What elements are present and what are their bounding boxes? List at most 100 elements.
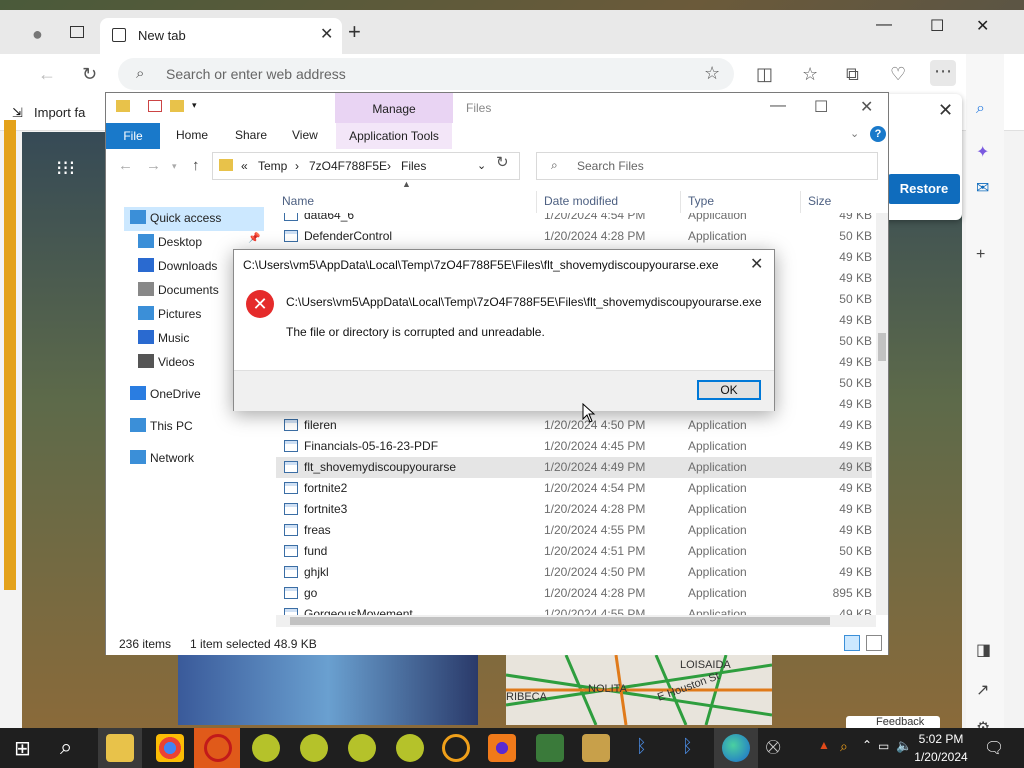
- favorite-star-icon[interactable]: ☆: [704, 63, 720, 84]
- tab-actions-icon[interactable]: [70, 26, 84, 38]
- copilot-sidebar-icon[interactable]: ✦: [976, 142, 989, 162]
- opera-icon[interactable]: [204, 734, 232, 762]
- tab-application-tools[interactable]: Application Tools: [336, 123, 452, 149]
- start-windows-icon[interactable]: ⊞: [14, 736, 31, 761]
- notification-chevron-icon[interactable]: ⌃: [862, 738, 872, 752]
- new-tab-icon[interactable]: +: [348, 21, 361, 43]
- volume-icon[interactable]: 🔈: [896, 738, 912, 754]
- close-window-icon[interactable]: ✕: [976, 16, 989, 36]
- breadcrumb-temp[interactable]: Temp: [258, 159, 287, 173]
- extensions-icon[interactable]: ♡: [890, 64, 906, 85]
- collections-icon[interactable]: ⧉: [846, 64, 859, 85]
- outlook-icon[interactable]: ✉: [976, 178, 989, 198]
- file-row[interactable]: go 1/20/2024 4:28 PM Application 895 KB: [276, 583, 872, 604]
- chrome-icon[interactable]: [156, 734, 184, 762]
- network-icon[interactable]: ▭: [878, 739, 889, 753]
- path-dropdown-icon[interactable]: ⌄: [477, 159, 486, 172]
- tray-icon[interactable]: ▲: [818, 738, 830, 752]
- file-row[interactable]: data64_6 1/20/2024 4:54 PM Application 49 K…: [276, 213, 872, 226]
- tab-file[interactable]: File: [106, 123, 160, 149]
- file-row[interactable]: GorgeousMovement 1/20/2024 4:55 PM Applica…: [276, 604, 872, 615]
- forward-icon[interactable]: →: [146, 157, 161, 174]
- refresh-icon[interactable]: ↻: [496, 153, 509, 171]
- restore-button[interactable]: Restore: [888, 174, 960, 204]
- more-menu-icon[interactable]: ⋯: [930, 60, 956, 86]
- details-view-icon[interactable]: [844, 635, 860, 651]
- breadcrumb-files[interactable]: Files: [401, 159, 426, 173]
- import-favorites-link[interactable]: Import fa: [34, 105, 85, 120]
- sidebar-toggle-icon[interactable]: ◨: [976, 640, 991, 660]
- firefox-icon[interactable]: [488, 734, 516, 762]
- add-sidebar-icon[interactable]: +: [976, 246, 985, 264]
- network-disconnected-icon[interactable]: ⛒: [766, 738, 780, 755]
- nav-item-network[interactable]: Network: [106, 447, 266, 471]
- clock-date[interactable]: 1/20/2024: [912, 750, 970, 764]
- file-explorer-icon[interactable]: [106, 734, 134, 762]
- tray-search-icon[interactable]: ⌕: [840, 738, 848, 755]
- close-icon[interactable]: ✕: [938, 100, 953, 121]
- file-row[interactable]: ghjkl 1/20/2024 4:50 PM Application 49 KB: [276, 562, 872, 583]
- back-icon[interactable]: ←: [38, 64, 56, 85]
- refresh-icon[interactable]: ↻: [82, 64, 97, 85]
- split-screen-icon[interactable]: ◫: [756, 64, 773, 85]
- column-type[interactable]: Type: [688, 194, 714, 208]
- vertical-scrollbar[interactable]: [876, 213, 888, 615]
- app-icon[interactable]: [300, 734, 328, 762]
- file-row[interactable]: fortnite3 1/20/2024 4:28 PM Application 49 …: [276, 499, 872, 520]
- tool-icon[interactable]: [582, 734, 610, 762]
- external-link-icon[interactable]: ↗: [976, 680, 989, 700]
- file-row[interactable]: DefenderControl 1/20/2024 4:28 PM Applicat…: [276, 226, 872, 247]
- bluetooth-icon[interactable]: ᛒ: [636, 736, 647, 757]
- minimize-icon[interactable]: —: [876, 16, 892, 34]
- edge-icon[interactable]: [722, 734, 750, 762]
- traffic-map-tile[interactable]: LOISAIDA NOLITA RIBECA E Houston St: [506, 655, 772, 725]
- bluetooth-icon[interactable]: ᛒ: [682, 736, 693, 757]
- up-icon[interactable]: ↑: [192, 157, 200, 174]
- file-row[interactable]: fileren 1/20/2024 4:50 PM Application 49 KB: [276, 415, 872, 436]
- column-divider[interactable]: [680, 191, 681, 213]
- search-app-icon[interactable]: [442, 734, 470, 762]
- search-sidebar-icon[interactable]: ⌕: [976, 100, 985, 118]
- file-row[interactable]: Financials-05-16-23-PDF 1/20/2024 4:45 PM…: [276, 436, 872, 457]
- address-path[interactable]: « Temp › 7zO4F788F5E › Files ⌄: [212, 152, 520, 180]
- breadcrumb-archive[interactable]: 7zO4F788F5E: [309, 159, 387, 173]
- column-name[interactable]: Name: [282, 194, 314, 208]
- search-input[interactable]: ⌕ Search Files: [536, 152, 878, 180]
- app-icon[interactable]: [396, 734, 424, 762]
- back-icon[interactable]: ←: [118, 157, 133, 174]
- help-icon[interactable]: ?: [870, 126, 886, 142]
- properties-icon[interactable]: [148, 100, 162, 112]
- maximize-icon[interactable]: ☐: [814, 97, 828, 117]
- apps-grid-icon[interactable]: ⁝⁝⁝: [56, 156, 75, 181]
- large-icons-view-icon[interactable]: [866, 635, 882, 651]
- browser-tab-newtab[interactable]: New tab ✕: [100, 18, 342, 54]
- new-folder-icon[interactable]: [170, 100, 184, 112]
- app-icon[interactable]: [348, 734, 376, 762]
- nav-item-quick-access[interactable]: Quick access: [106, 207, 266, 231]
- breadcrumb-overflow[interactable]: «: [241, 159, 248, 173]
- nav-item-this-pc[interactable]: This PC: [106, 415, 266, 439]
- clock-time[interactable]: 5:02 PM: [914, 732, 968, 746]
- tab-view[interactable]: View: [292, 128, 318, 142]
- column-date-modified[interactable]: Date modified: [544, 194, 618, 208]
- recent-dropdown-icon[interactable]: ▾: [172, 161, 177, 172]
- file-row[interactable]: fortnite2 1/20/2024 4:54 PM Application 49 …: [276, 478, 872, 499]
- tab-share[interactable]: Share: [235, 128, 267, 142]
- search-icon[interactable]: ⌕: [60, 734, 72, 760]
- scrollbar-thumb[interactable]: [290, 617, 830, 625]
- close-window-icon[interactable]: ✕: [860, 97, 873, 117]
- column-size[interactable]: Size: [808, 194, 831, 208]
- scrollbar-thumb[interactable]: [878, 333, 886, 361]
- file-row[interactable]: fund 1/20/2024 4:51 PM Application 50 KB: [276, 541, 872, 562]
- close-tab-icon[interactable]: ✕: [320, 24, 333, 44]
- minimize-icon[interactable]: —: [770, 97, 786, 115]
- breadcrumb-separator[interactable]: ›: [295, 159, 299, 173]
- address-bar[interactable]: ⌕ Search or enter web address ☆: [118, 58, 734, 90]
- manage-tab[interactable]: Manage: [335, 93, 453, 123]
- notifications-icon[interactable]: 🗨: [984, 738, 1004, 758]
- breadcrumb-separator[interactable]: ›: [387, 159, 391, 173]
- ok-button[interactable]: OK: [697, 380, 761, 400]
- news-image-tile[interactable]: [178, 655, 478, 725]
- qat-dropdown-icon[interactable]: ▾: [192, 100, 197, 111]
- favorites-icon[interactable]: ☆: [802, 64, 818, 85]
